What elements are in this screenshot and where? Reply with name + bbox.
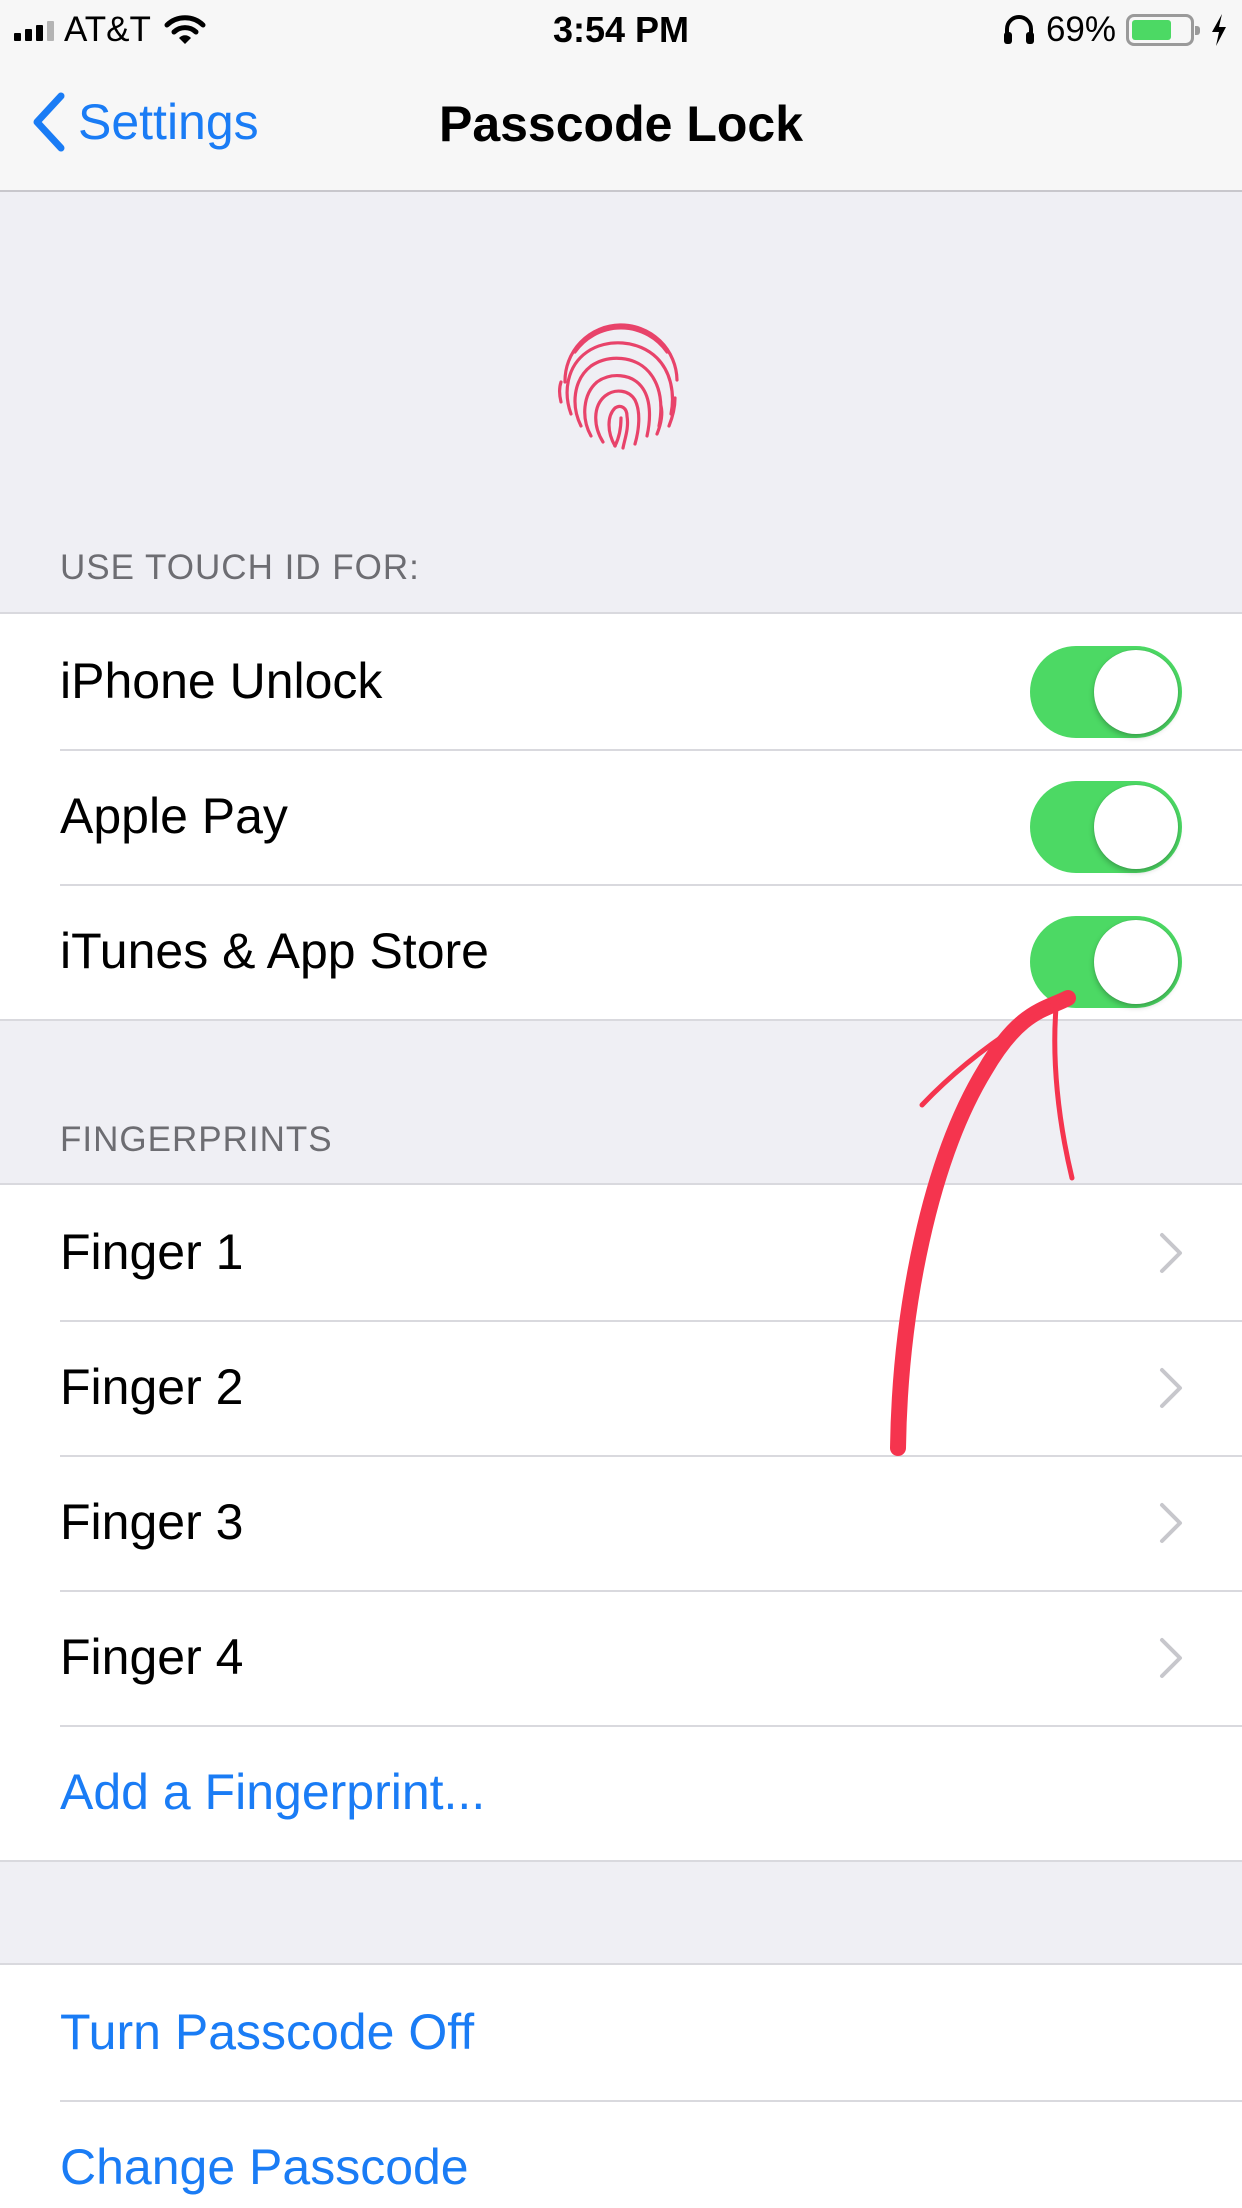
chevron-right-icon	[1160, 1233, 1182, 1273]
toggle-knob	[1094, 920, 1178, 1004]
screen: AT&T 3:54 PM 69% Settings Passcode Lock …	[0, 0, 1242, 2208]
passcode-group: Turn Passcode Off Change Passcode	[0, 1963, 1242, 2208]
fingerprint-icon	[557, 323, 679, 450]
turn-passcode-off-label: Turn Passcode Off	[60, 2004, 475, 2060]
fingerprint-row-3[interactable]: Finger 3	[0, 1455, 1242, 1590]
battery-fill	[1132, 20, 1171, 40]
status-right: 69%	[1002, 8, 1228, 52]
iphone-unlock-label: iPhone Unlock	[60, 653, 383, 709]
chevron-right-icon	[1160, 1638, 1182, 1678]
chevron-right-icon	[1160, 1503, 1182, 1543]
finger-2-label: Finger 2	[60, 1359, 244, 1415]
finger-1-label: Finger 1	[60, 1224, 244, 1280]
toggle-knob	[1094, 650, 1178, 734]
charging-bolt-icon	[1212, 14, 1226, 46]
itunes-app-store-cell: iTunes & App Store	[0, 884, 1242, 1019]
fingerprint-row-4[interactable]: Finger 4	[0, 1590, 1242, 1725]
chevron-right-icon	[1160, 1368, 1182, 1408]
iphone-unlock-cell: iPhone Unlock	[0, 614, 1242, 749]
battery-percent: 69%	[1045, 10, 1116, 49]
battery-cap	[1195, 26, 1200, 35]
headphones-icon	[1003, 15, 1034, 44]
fingerprints-group: Finger 1 Finger 2 Finger 3 Finger 4 Add …	[0, 1183, 1242, 1862]
apple-pay-label: Apple Pay	[60, 788, 288, 844]
status-bar: AT&T 3:54 PM 69%	[0, 0, 1242, 60]
touch-id-section-header: USE TOUCH ID FOR:	[60, 548, 420, 587]
chevron-left-icon	[33, 92, 65, 152]
iphone-unlock-toggle[interactable]	[1030, 646, 1182, 738]
turn-passcode-off-button[interactable]: Turn Passcode Off	[0, 1965, 1242, 2100]
touch-id-group: iPhone Unlock Apple Pay iTunes & App Sto…	[0, 612, 1242, 1021]
finger-3-label: Finger 3	[60, 1494, 244, 1550]
toggle-knob	[1094, 785, 1178, 869]
battery-icon	[1126, 14, 1200, 46]
change-passcode-button[interactable]: Change Passcode	[0, 2100, 1242, 2208]
fingerprint-row-1[interactable]: Finger 1	[0, 1185, 1242, 1320]
apple-pay-toggle[interactable]	[1030, 781, 1182, 873]
add-fingerprint-label: Add a Fingerprint...	[60, 1764, 486, 1820]
add-fingerprint-button[interactable]: Add a Fingerprint...	[0, 1725, 1242, 1860]
back-label: Settings	[78, 94, 259, 150]
fingerprints-section-header: FINGERPRINTS	[60, 1120, 333, 1159]
back-button[interactable]: Settings	[30, 92, 259, 152]
apple-pay-cell: Apple Pay	[0, 749, 1242, 884]
finger-4-label: Finger 4	[60, 1629, 244, 1685]
itunes-app-store-label: iTunes & App Store	[60, 923, 489, 979]
change-passcode-label: Change Passcode	[60, 2139, 469, 2195]
navigation-bar: Settings Passcode Lock	[0, 60, 1242, 192]
itunes-app-store-toggle[interactable]	[1030, 916, 1182, 1008]
fingerprint-row-2[interactable]: Finger 2	[0, 1320, 1242, 1455]
